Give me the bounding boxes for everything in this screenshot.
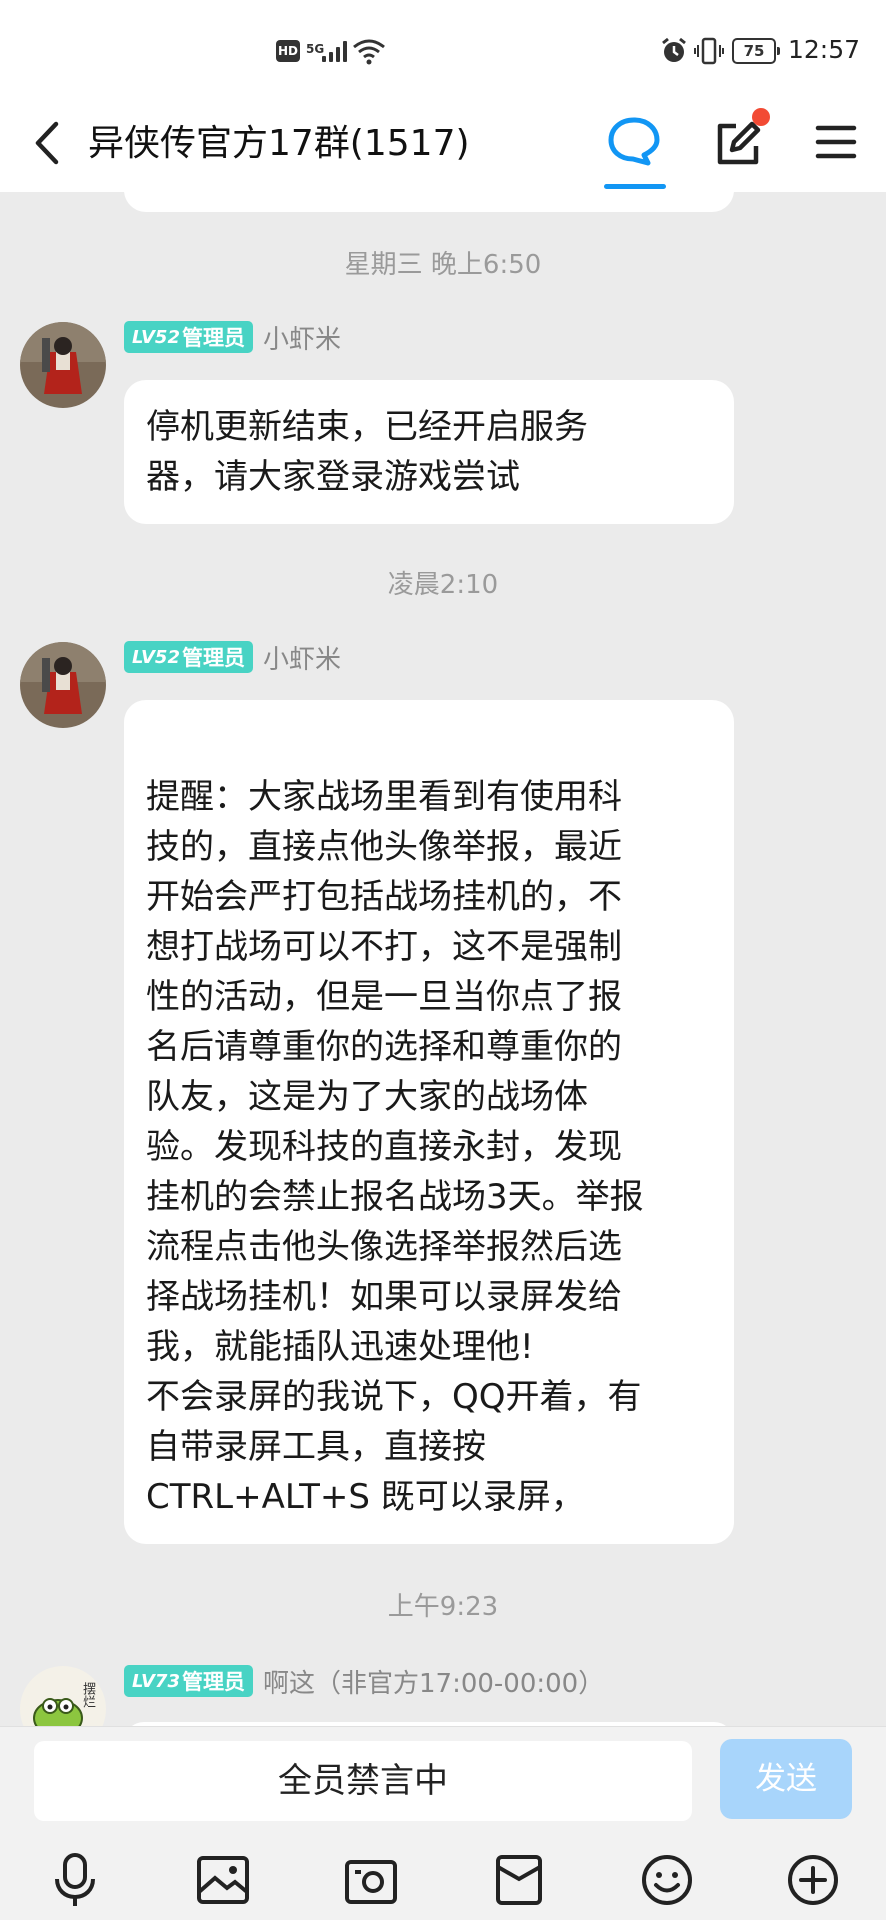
previous-message-bubble: [124, 192, 734, 212]
send-button[interactable]: 发送: [720, 1739, 852, 1819]
chevron-left-icon: [35, 121, 59, 165]
sender-name[interactable]: 啊这（非官方17:00-00:00）: [263, 1663, 604, 1700]
status-bar: HD 5G 75 12:57: [0, 0, 886, 98]
chat-bubble-icon: [608, 117, 660, 166]
avatar[interactable]: [20, 322, 106, 408]
emoji-icon[interactable]: [636, 1849, 698, 1911]
hamburger-menu-icon: [815, 125, 857, 159]
time-separator: 星期三 晚上6:50: [344, 250, 542, 280]
vibrate-icon: [694, 36, 724, 66]
chat-header: 异侠传官方17群(1517): [0, 98, 886, 192]
wifi-icon: [352, 36, 386, 66]
message-bubble[interactable]: 提醒：大家战场里看到有使用科 技的，直接点他头像举报，最近 开始会严打包括战场挂…: [124, 700, 734, 1544]
signal-icon: [322, 40, 347, 62]
battery-icon: 75: [732, 38, 780, 64]
sender-name[interactable]: 小虾米: [263, 639, 341, 676]
avatar[interactable]: 摆烂: [20, 1666, 106, 1726]
level-badge: LV52 管理员: [124, 641, 253, 673]
message-meta: LV52 管理员 小虾米: [124, 319, 341, 356]
back-button[interactable]: [26, 118, 76, 168]
image-icon[interactable]: [192, 1849, 254, 1911]
notification-dot: [752, 108, 770, 126]
level-badge: LV73 管理员: [124, 1665, 253, 1697]
sender-name[interactable]: 小虾米: [263, 319, 341, 356]
active-tab-indicator: [604, 184, 666, 189]
plus-icon[interactable]: [782, 1849, 844, 1911]
level-badge: LV52 管理员: [124, 321, 253, 353]
camera-icon[interactable]: [340, 1849, 402, 1911]
mic-icon[interactable]: [44, 1849, 106, 1911]
input-toolbar: [0, 1845, 886, 1915]
alarm-icon: [660, 36, 688, 66]
chat-title: 异侠传官方17群(1517): [88, 123, 470, 164]
message-meta: LV52 管理员 小虾米: [124, 639, 341, 676]
chat-tab-button[interactable]: [604, 112, 664, 172]
muted-input-field[interactable]: 全员禁言中: [34, 1741, 692, 1821]
hd-badge: HD: [276, 40, 300, 62]
message-meta: LV73 管理员 啊这（非官方17:00-00:00）: [124, 1663, 604, 1700]
red-packet-icon[interactable]: [488, 1849, 550, 1911]
message-bubble[interactable]: 停机更新结束，已经开启服务 器，请大家登录游戏尝试: [124, 380, 734, 524]
time-separator: 上午9:23: [387, 1592, 499, 1622]
menu-button[interactable]: [812, 118, 860, 166]
message-list[interactable]: 星期三 晚上6:50 LV52 管理员 小虾米 停机更新结束，已经开启服务 器，…: [0, 192, 886, 1726]
avatar-text: 摆烂: [80, 1682, 95, 1708]
input-bar: 全员禁言中 发送: [0, 1726, 886, 1920]
avatar[interactable]: [20, 642, 106, 728]
clock: 12:57: [788, 34, 861, 64]
time-separator: 凌晨2:10: [387, 570, 499, 600]
